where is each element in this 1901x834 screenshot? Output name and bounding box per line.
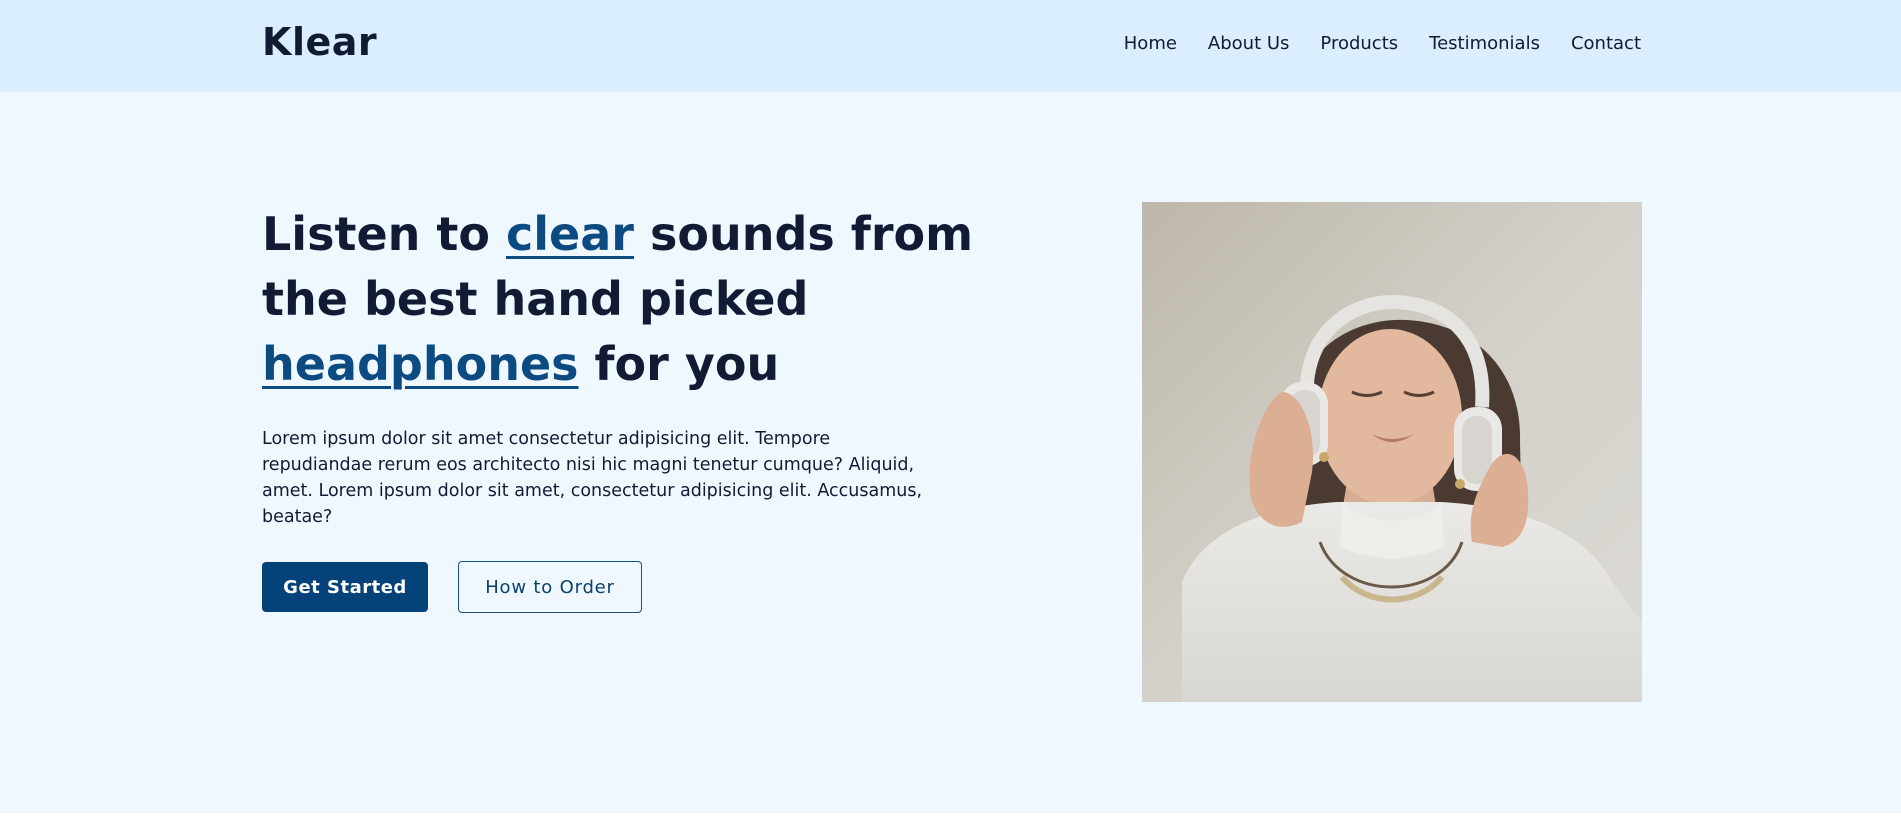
hero-section: Listen to clear sounds from the best han… — [0, 92, 1901, 813]
hero-description: Lorem ipsum dolor sit amet consectetur a… — [262, 429, 923, 527]
get-started-button[interactable]: Get Started — [262, 562, 428, 612]
hero-title: Listen to clear sounds from the best han… — [262, 202, 982, 397]
nav-item-testimonials[interactable]: Testimonials — [1429, 33, 1540, 54]
nav-item-contact[interactable]: Contact — [1571, 33, 1641, 54]
hero-title-highlight-clear: clear — [506, 207, 634, 261]
how-to-order-button[interactable]: How to Order — [458, 561, 642, 613]
hero-title-part1: Listen to — [262, 207, 507, 261]
nav-item-home[interactable]: Home — [1124, 33, 1177, 54]
hero-title-part3: for you — [578, 337, 780, 391]
hero-image — [1142, 202, 1642, 702]
woman-with-headphones-photo — [1142, 202, 1642, 702]
nav-item-about-us[interactable]: About Us — [1208, 33, 1290, 54]
navbar: Klear Home About Us Products Testimonial… — [0, 0, 1901, 92]
nav-links: Home About Us Products Testimonials Cont… — [1124, 33, 1641, 54]
brand-logo[interactable]: Klear — [262, 20, 377, 64]
nav-item-products[interactable]: Products — [1320, 33, 1398, 54]
hero-title-highlight-headphones: headphones — [262, 337, 579, 391]
